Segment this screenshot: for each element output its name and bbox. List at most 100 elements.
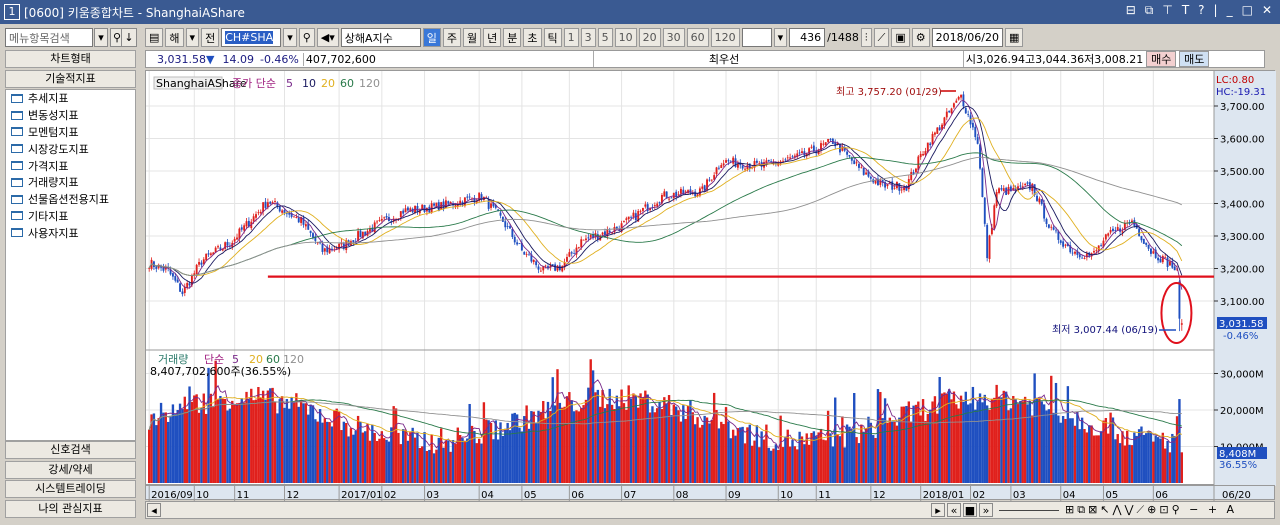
- save-icon[interactable]: ▣: [891, 28, 910, 47]
- gear-icon[interactable]: ⚙: [911, 28, 930, 47]
- period-tab[interactable]: 일: [422, 28, 441, 47]
- market-select[interactable]: 해: [165, 28, 184, 47]
- menu-search-input[interactable]: 메뉴항목검색: [5, 28, 93, 47]
- sidebar-bottom-button[interactable]: 시스템트레이딩: [5, 480, 136, 498]
- symbol-name-field[interactable]: 상해A지수: [340, 28, 421, 47]
- period-tab[interactable]: 초: [523, 28, 542, 47]
- chart-area[interactable]: 3,700.00 3,600.00 3,500.00 3,400.00 3,300.00…: [145, 70, 1276, 486]
- interval-button[interactable]: 20: [638, 28, 661, 47]
- help-icon[interactable]: ?: [1198, 3, 1204, 18]
- period-tab[interactable]: 년: [483, 28, 502, 47]
- price-volume-chart[interactable]: 3,700.00 3,600.00 3,500.00 3,400.00 3,300.00…: [146, 71, 1276, 486]
- sell-button[interactable]: 매도: [1179, 51, 1210, 67]
- buy-button[interactable]: 매수: [1146, 51, 1177, 67]
- close-icon[interactable]: ✕: [1262, 3, 1272, 18]
- prev-button[interactable]: 전: [201, 28, 220, 47]
- indicator-folder-item[interactable]: 거래량지표: [6, 174, 135, 191]
- chart-settings-icon[interactable]: ▤: [145, 28, 164, 47]
- interval-button[interactable]: 3: [580, 28, 596, 47]
- volume-bar: [1016, 404, 1020, 483]
- volume-bar: [470, 425, 474, 483]
- interval-button[interactable]: 1: [563, 28, 579, 47]
- rewind-icon[interactable]: «: [947, 503, 961, 517]
- candle: [1150, 247, 1152, 257]
- volume-bar: [264, 399, 267, 483]
- indicator-folder-item[interactable]: 변동성지표: [6, 107, 135, 124]
- candle: [1047, 224, 1050, 229]
- interval-button[interactable]: 30: [662, 28, 685, 47]
- technical-indicator-button[interactable]: 기술적지표: [5, 70, 136, 88]
- bar-count-input[interactable]: 436: [789, 28, 826, 47]
- candle: [983, 196, 986, 227]
- indicator-folder-item[interactable]: 사용자지표: [6, 224, 135, 241]
- candle: [720, 162, 723, 169]
- search-icon[interactable]: ⚲: [298, 28, 315, 47]
- fast-forward-icon[interactable]: »: [979, 503, 993, 517]
- download-arrow-icon[interactable]: ↓: [121, 28, 137, 47]
- maximize-icon[interactable]: □: [1242, 3, 1253, 18]
- volume-bar: [743, 443, 747, 483]
- date-axis: 2016/09 10 11 12 2017/01 02 03 04 05 06 07 08 09 10 11…: [145, 485, 1275, 501]
- interval-button[interactable]: 60: [686, 28, 709, 47]
- indicator-folder-item[interactable]: 추세지표: [6, 90, 135, 107]
- folder-icon: [11, 144, 23, 154]
- tool-icons[interactable]: ⊞⧉⊠↖⋀⋁⟋⊕⊡⚲ − + A: [1065, 503, 1237, 517]
- folder-icon: [11, 93, 23, 103]
- indicator-folder-item[interactable]: 시장강도지표: [6, 140, 135, 157]
- indicator-folder-item[interactable]: 기타지표: [6, 208, 135, 225]
- period-tab[interactable]: 분: [503, 28, 522, 47]
- period-tab[interactable]: 틱: [543, 28, 562, 47]
- tile-icon[interactable]: ⧉: [1145, 3, 1154, 18]
- sidebar-bottom-button[interactable]: 나의 관심지표: [5, 499, 136, 518]
- interval-button[interactable]: 120: [710, 28, 740, 47]
- play-icon[interactable]: ▸: [931, 503, 945, 517]
- symbol-code-input[interactable]: CH#SHA: [221, 28, 282, 47]
- volume-bar: [781, 447, 785, 483]
- volume-bar: [295, 393, 298, 483]
- candle: [663, 188, 666, 197]
- volume-bar: [1080, 417, 1084, 483]
- chart-type-button[interactable]: 차트형태: [5, 50, 136, 68]
- font-icon[interactable]: T: [1182, 3, 1189, 18]
- minimize-icon[interactable]: _: [1227, 3, 1233, 18]
- candle: [948, 110, 951, 114]
- candle: [945, 108, 948, 121]
- interval-button[interactable]: 5: [597, 28, 613, 47]
- stop-icon[interactable]: ■: [963, 503, 977, 517]
- volume-bar: [1059, 422, 1062, 483]
- volume-bar: [482, 402, 486, 483]
- sidebar-bottom-button[interactable]: 신호검색: [5, 441, 136, 459]
- period-tab[interactable]: 월: [463, 28, 482, 47]
- volume-bar: [458, 434, 462, 483]
- volume-bar: [952, 391, 956, 483]
- scroll-left-icon[interactable]: ◂: [147, 503, 161, 517]
- volume-bar: [326, 421, 329, 483]
- zoom-in-chart-icon[interactable]: ⫶: [860, 28, 872, 47]
- candle: [933, 131, 936, 138]
- highlight-ellipse: [1160, 282, 1193, 344]
- sidebar-bottom-button[interactable]: 강세/약세: [5, 460, 136, 479]
- chevron-down-icon[interactable]: ▾: [283, 28, 297, 47]
- interval-button[interactable]: 10: [614, 28, 637, 47]
- speed-slider[interactable]: [999, 503, 1059, 511]
- candle: [532, 259, 535, 265]
- period-tab[interactable]: 주: [442, 28, 462, 47]
- indicator-folder-item[interactable]: 가격지표: [6, 157, 135, 174]
- candle: [1088, 251, 1091, 258]
- indicator-folder-item[interactable]: 모멘텀지표: [6, 124, 135, 141]
- chevron-down-icon[interactable]: ▾: [94, 28, 108, 47]
- chart-scrollbar[interactable]: ◂ ▸ « ■ » ⊞⧉⊠↖⋀⋁⟋⊕⊡⚲ − + A: [145, 501, 1275, 519]
- date-input[interactable]: 2018/06/20: [931, 28, 1004, 47]
- calendar-icon[interactable]: ▦: [1005, 28, 1024, 47]
- custom-interval-input[interactable]: [741, 28, 772, 47]
- speaker-icon[interactable]: ◀▾: [316, 28, 339, 47]
- volume-bar: [945, 393, 948, 483]
- chevron-down-icon[interactable]: ▾: [773, 28, 788, 47]
- add-line-icon[interactable]: ⟋: [873, 28, 890, 47]
- pin-icon[interactable]: ⊤: [1162, 3, 1172, 18]
- indicator-folder-label: 사용자지표: [28, 226, 79, 240]
- restore-small-icon[interactable]: ⊟: [1126, 3, 1136, 18]
- indicator-folder-item[interactable]: 선물옵션전용지표: [6, 191, 135, 208]
- chevron-down-icon[interactable]: ▾: [185, 28, 200, 47]
- volume-bar: [392, 406, 395, 483]
